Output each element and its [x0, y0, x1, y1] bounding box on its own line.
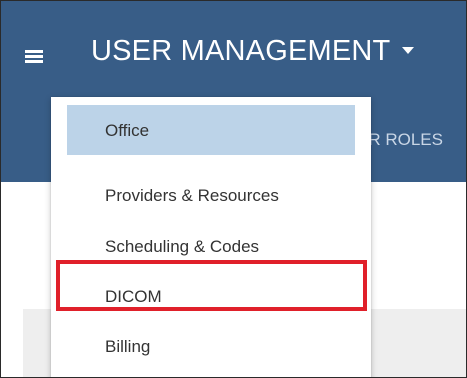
menu-item-label: Providers & Resources: [105, 186, 279, 205]
app-frame: USER MANAGEMENT ER ROLES Office Provider…: [0, 0, 467, 378]
menu-item-label: Billing: [105, 337, 151, 356]
caret-down-icon: [402, 46, 415, 54]
menu-item-providers-resources[interactable]: Providers & Resources: [51, 171, 371, 223]
menu-item-dicom[interactable]: DICOM: [51, 272, 371, 324]
hamburger-menu-icon[interactable]: [25, 50, 43, 63]
menu-item-office[interactable]: Office: [51, 97, 371, 155]
module-title-dropdown[interactable]: USER MANAGEMENT: [91, 35, 415, 68]
menu-item-label: Office: [105, 121, 150, 140]
menu-item-scheduling-codes[interactable]: Scheduling & Codes: [51, 222, 371, 274]
menu-item-label: Scheduling & Codes: [105, 237, 260, 256]
page-title: USER MANAGEMENT: [91, 35, 391, 67]
menu-item-billing[interactable]: Billing: [51, 322, 371, 374]
menu-item-label: DICOM: [105, 287, 162, 306]
module-dropdown-menu: Office Providers & Resources Scheduling …: [51, 97, 371, 377]
